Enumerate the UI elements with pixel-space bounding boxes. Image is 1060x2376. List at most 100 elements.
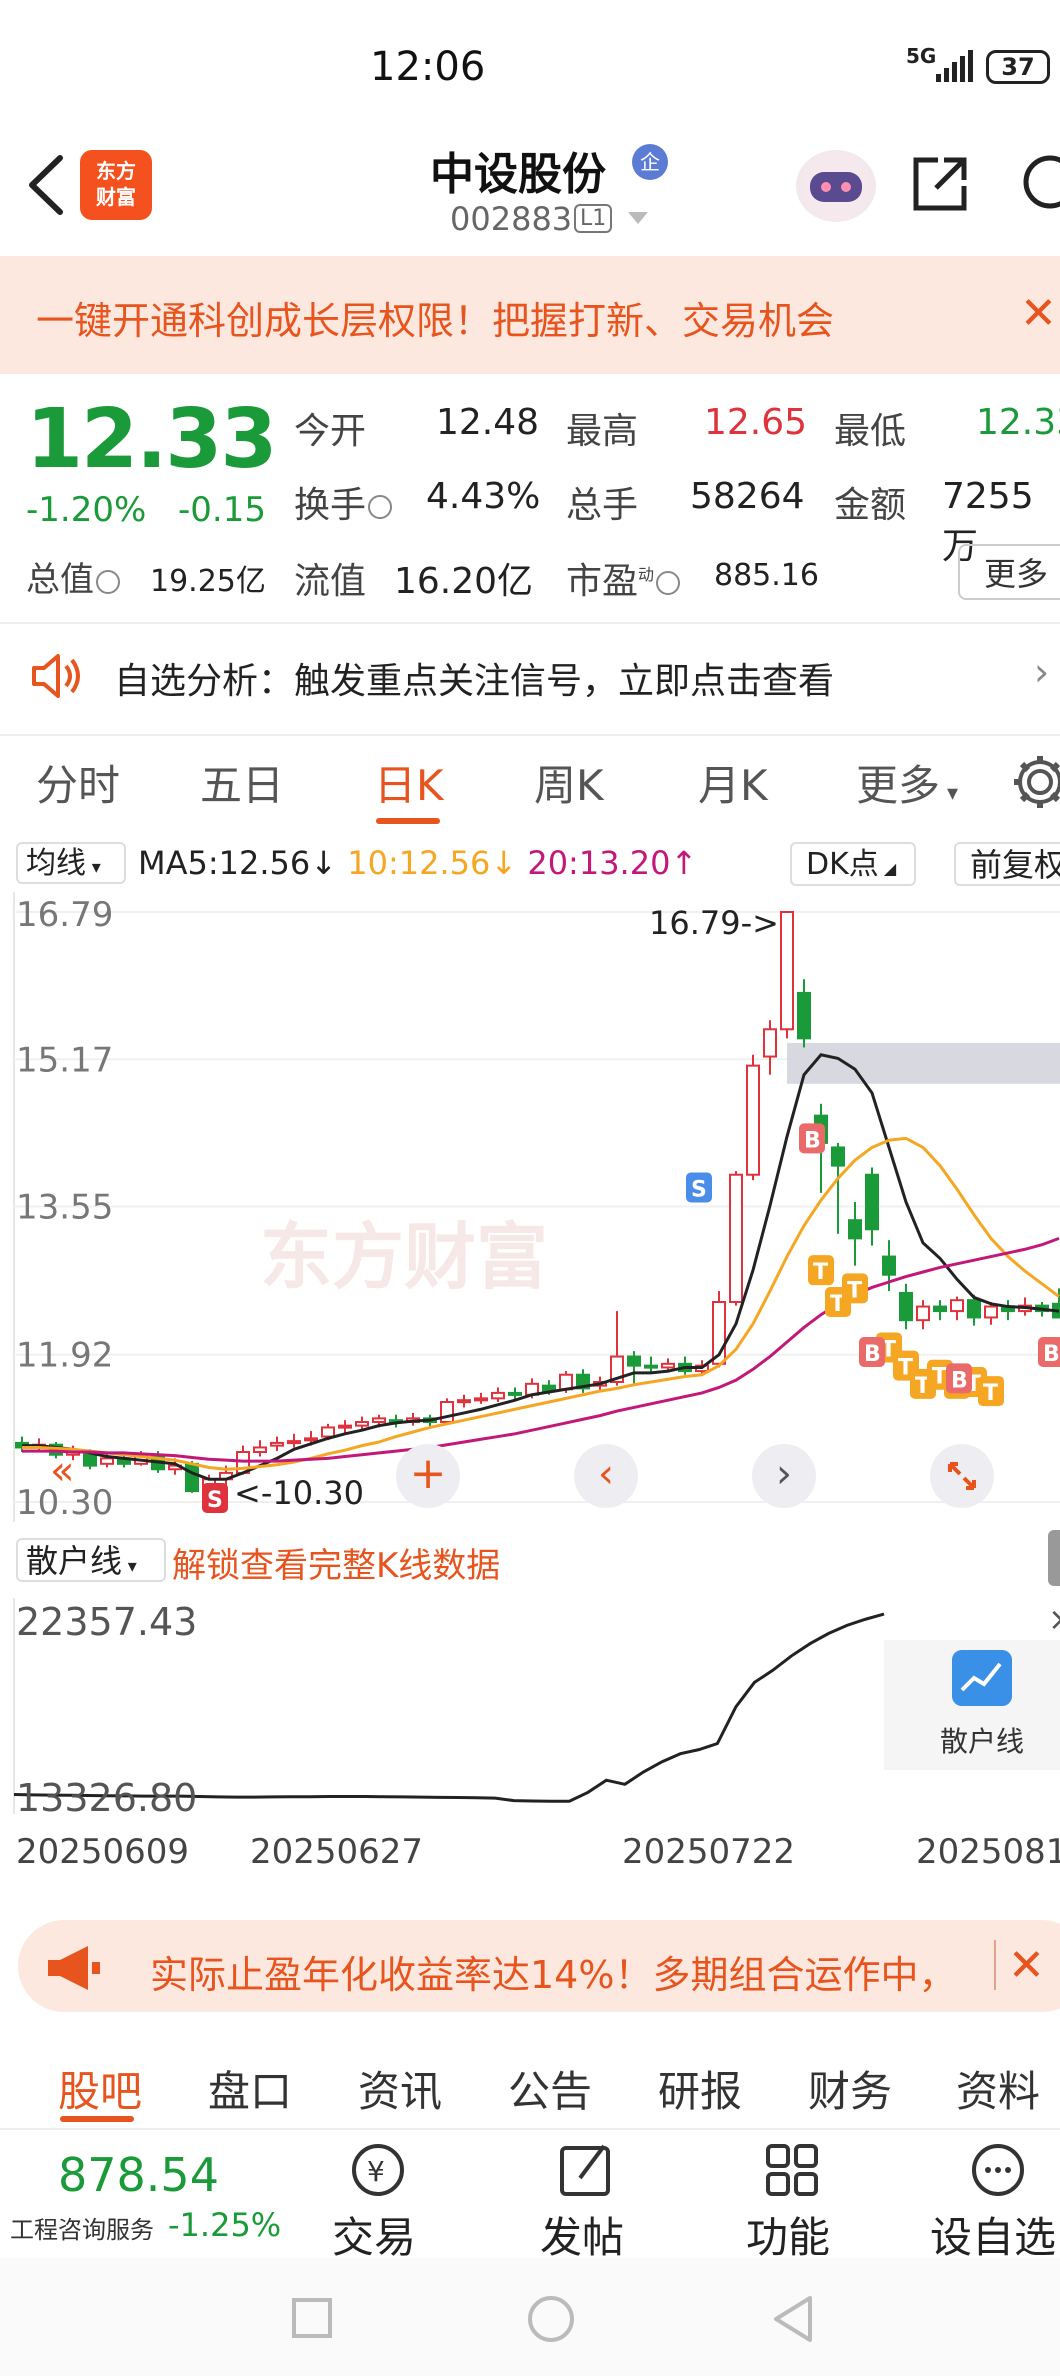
turnover-value: 4.43%: [426, 476, 541, 517]
signal-icon: [936, 50, 973, 82]
trade-icon[interactable]: ¥: [346, 2140, 410, 2200]
function-button[interactable]: 功能: [746, 2204, 830, 2265]
y-tick-label: 15.17: [16, 1040, 113, 1080]
volume-label: 总手: [566, 485, 639, 526]
candle: [746, 1064, 760, 1176]
close-icon[interactable]: ✕: [1008, 1940, 1045, 1991]
tab-more[interactable]: 更多 ▾: [856, 752, 958, 813]
unlock-link[interactable]: 解锁查看完整K线数据: [172, 1538, 500, 1587]
edit-icon[interactable]: [556, 2140, 616, 2200]
trade-button[interactable]: 交易: [332, 2204, 416, 2265]
ma5-value: MA5:12.56↓: [138, 844, 338, 882]
chevron-right-icon[interactable]: ›: [1034, 650, 1049, 694]
rewind-icon[interactable]: «: [50, 1448, 74, 1494]
retail-card-label: 散户线: [940, 1725, 1025, 1758]
stock-code[interactable]: 002883: [450, 200, 572, 238]
close-icon[interactable]: ×: [1048, 1600, 1060, 1638]
volume-value: 58264: [690, 476, 805, 517]
candle: [763, 1028, 777, 1058]
x-date-4: 2025081: [916, 1832, 1060, 1872]
stock-name: 中设股份: [430, 149, 606, 200]
ma-values: MA5:12.56↓ 10:12.56↓ 20:13.20↑: [138, 844, 697, 882]
info-icon[interactable]: [368, 495, 393, 519]
trade-marker-label: T: [983, 1381, 998, 1406]
sector-index-name[interactable]: 工程咨询服务: [10, 2210, 154, 2245]
tab-five-day[interactable]: 五日: [200, 752, 284, 813]
fullscreen-icon[interactable]: [930, 1444, 994, 1508]
candle: [338, 1424, 352, 1429]
close-icon[interactable]: ✕: [1020, 288, 1057, 339]
candle: [355, 1421, 369, 1427]
candle: [967, 1299, 981, 1319]
speaker-icon: [32, 654, 80, 698]
adjust-button[interactable]: 前复权: [954, 842, 1060, 886]
change-amount: -0.15: [178, 490, 266, 530]
previous-button[interactable]: ‹: [574, 1444, 638, 1508]
gear-icon[interactable]: [1010, 752, 1060, 812]
candle: [253, 1446, 267, 1453]
app-logo[interactable]: 东方 财富: [80, 150, 152, 220]
more-circle-icon[interactable]: [968, 2140, 1028, 2200]
tab-forum[interactable]: 股吧: [58, 2058, 142, 2119]
back-arrow-icon[interactable]: [22, 150, 72, 220]
next-button[interactable]: ›: [752, 1444, 816, 1508]
tab-market[interactable]: 盘口: [208, 2058, 292, 2119]
tab-intraday[interactable]: 分时: [36, 752, 120, 813]
assistant-robot-icon[interactable]: [796, 150, 876, 222]
home-icon[interactable]: [528, 2296, 574, 2342]
search-icon[interactable]: [1010, 150, 1060, 216]
analysis-text[interactable]: 自选分析：触发重点关注信号，立即点击查看: [114, 652, 834, 704]
candle: [644, 1364, 658, 1369]
tab-profile[interactable]: 资料: [956, 2058, 1040, 2119]
active-tab-indicator: [376, 818, 440, 824]
retail-chart-icon[interactable]: [952, 1650, 1012, 1706]
post-button[interactable]: 发帖: [540, 2204, 624, 2265]
chevron-down-icon[interactable]: [628, 212, 648, 224]
candle: [831, 1146, 845, 1167]
sector-index-value[interactable]: 878.54: [58, 2148, 219, 2202]
float-value: 16.20亿: [394, 561, 534, 602]
y-tick-label: 13.55: [16, 1188, 113, 1228]
ad-text[interactable]: 实际止盈年化收益率达14%！多期组合运作中，: [150, 1944, 956, 1999]
sector-index-change[interactable]: -1.25%: [168, 2206, 281, 2244]
change-percent: -1.20%: [26, 490, 147, 530]
candle: [848, 1219, 862, 1240]
candle: [372, 1417, 386, 1424]
high-label: 最高: [566, 411, 639, 452]
tab-daily-k[interactable]: 日K: [374, 752, 444, 813]
enterprise-badge: 企: [632, 144, 668, 180]
indicator-select[interactable]: 散户线 ▾: [16, 1538, 166, 1582]
zoom-in-button[interactable]: +: [396, 1444, 460, 1508]
recent-apps-icon[interactable]: [292, 2298, 332, 2338]
tab-weekly-k[interactable]: 周K: [534, 752, 604, 813]
candle: [916, 1305, 930, 1322]
retail-y-min: 13326.80: [16, 1776, 198, 1820]
tab-news[interactable]: 资讯: [358, 2058, 442, 2119]
tab-finance[interactable]: 财务: [808, 2058, 892, 2119]
trade-marker-label: T: [847, 1278, 862, 1303]
add-watchlist-button[interactable]: 设自选: [930, 2204, 1056, 2265]
share-icon[interactable]: [908, 150, 972, 216]
tab-research[interactable]: 研报: [658, 2058, 742, 2119]
open-label: 今开: [294, 411, 367, 452]
status-time: 12:06: [370, 44, 486, 90]
back-nav-icon[interactable]: [770, 2294, 814, 2344]
grid-icon[interactable]: [762, 2140, 822, 2200]
current-price: 12.33: [26, 392, 277, 487]
candle: [304, 1437, 318, 1442]
more-button[interactable]: 更多: [958, 544, 1060, 600]
panel-toggle[interactable]: [1048, 1530, 1060, 1586]
sell-marker-label: S: [691, 1177, 707, 1202]
candlestick-chart[interactable]: 东方财富 16.79-><-10.30SBSTTTTTTTTTTBBB 16.7…: [0, 892, 1060, 1532]
candle: [508, 1391, 522, 1396]
info-icon[interactable]: [656, 571, 681, 595]
candle: [661, 1362, 675, 1369]
dk-point-button[interactable]: DK点 ◢: [790, 842, 916, 886]
trade-marker-label: T: [813, 1260, 828, 1285]
tab-announcements[interactable]: 公告: [508, 2058, 592, 2119]
info-icon[interactable]: [96, 569, 120, 594]
tab-monthly-k[interactable]: 月K: [698, 752, 768, 813]
candle: [287, 1440, 301, 1445]
ma-select[interactable]: 均线 ▾: [16, 842, 126, 884]
promo-text[interactable]: 一键开通科创成长层权限！把握打新、交易机会: [36, 290, 834, 345]
